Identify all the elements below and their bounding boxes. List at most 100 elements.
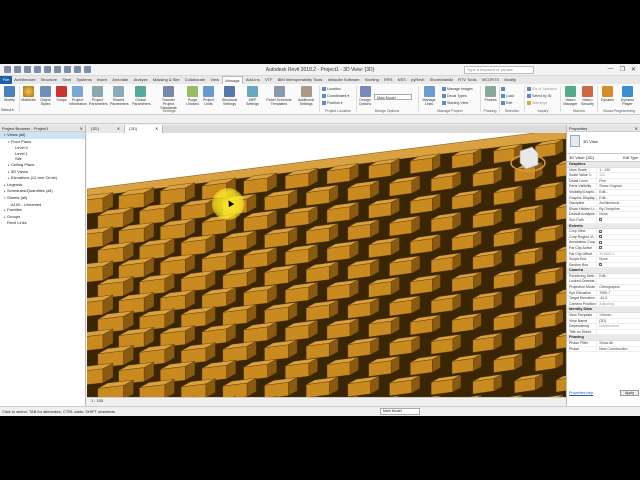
tab-kiceling[interactable]: Kiceling	[362, 76, 381, 84]
brick-front-face[interactable]	[389, 180, 412, 197]
brick-front-face[interactable]	[243, 177, 268, 195]
close-icon[interactable]: ✕	[117, 125, 120, 133]
brick-front-face[interactable]	[305, 227, 330, 245]
property-value[interactable]	[596, 229, 640, 234]
tree-item[interactable]: ▸3D Views	[0, 169, 85, 176]
close-icon[interactable]: ✕	[80, 125, 83, 132]
brick-front-face[interactable]	[410, 319, 433, 336]
brick-wall-model[interactable]	[87, 133, 566, 397]
property-value[interactable]	[596, 217, 640, 223]
property-value[interactable]: Independent	[596, 324, 640, 329]
brick-front-face[interactable]	[285, 286, 310, 304]
brick-front-face[interactable]	[305, 304, 330, 322]
property-value[interactable]: None	[596, 257, 640, 262]
tab-structure[interactable]: Structure	[38, 76, 59, 84]
tab-vicortx[interactable]: ViCORTX	[479, 76, 502, 84]
property-value[interactable]: Adjusting	[596, 301, 640, 307]
brick-front-face[interactable]	[389, 260, 412, 277]
brick-front-face[interactable]	[87, 197, 104, 215]
tree-item[interactable]: ▾Sheets (all)	[0, 195, 85, 202]
brick-front-face[interactable]	[285, 324, 310, 342]
brick-front-face[interactable]	[368, 281, 392, 298]
project-parameters-button[interactable]: Project Parameters	[89, 86, 108, 108]
tree-item[interactable]: ▸Families	[0, 207, 85, 214]
checkbox[interactable]	[599, 235, 603, 239]
tree-item[interactable]: ▾Views (all)	[0, 132, 85, 139]
brick-front-face[interactable]	[201, 255, 227, 273]
property-value[interactable]: Show All	[596, 341, 640, 346]
starting-view-button[interactable]: Starting View	[442, 100, 468, 106]
snaps-button[interactable]: Snaps	[53, 86, 70, 108]
tab-annotate[interactable]: Annotate	[110, 76, 131, 84]
tab-add-ins[interactable]: Add-Ins	[243, 76, 262, 84]
instance-selector[interactable]: 3D View: {3D} Edit Type	[567, 154, 640, 162]
brick-front-face[interactable]	[347, 184, 371, 202]
select-by-id-button[interactable]: Select by ID	[527, 93, 551, 99]
properties-help-link[interactable]: Properties help	[569, 389, 593, 397]
tree-item[interactable]: ▸Groups	[0, 214, 85, 221]
brick-front-face[interactable]	[285, 172, 310, 190]
brick-front-face[interactable]	[326, 284, 351, 301]
tree-item[interactable]: ▾Floor Plans	[0, 139, 85, 146]
selection-load-button[interactable]: Load	[501, 93, 514, 99]
panel-schedule-templates-button[interactable]: Panel Schedule Templates	[266, 86, 292, 108]
macro-security-button[interactable]: Macro Security	[579, 86, 596, 108]
brick-front-face[interactable]	[264, 194, 289, 211]
property-value[interactable]: -42.6	[596, 296, 640, 301]
selection-edit-button[interactable]: Edit	[501, 100, 512, 106]
brick-front-face[interactable]	[368, 202, 392, 219]
close-icon[interactable]: ✕	[635, 125, 638, 132]
brick-front-face[interactable]	[285, 210, 310, 228]
tab-massing-site[interactable]: Massing & Site	[150, 76, 182, 84]
property-value[interactable]: Show Original	[596, 184, 640, 189]
checkbox[interactable]	[599, 240, 603, 244]
brick-front-face[interactable]	[326, 322, 351, 340]
brick-front-face[interactable]	[87, 266, 104, 283]
brick-front-face[interactable]	[326, 167, 351, 185]
macro-manager-button[interactable]: Macro Manager	[562, 86, 579, 108]
view-tab[interactable]: {3D} ✕	[125, 125, 164, 133]
checkbox[interactable]	[599, 229, 603, 233]
brick-front-face[interactable]	[389, 300, 412, 317]
tab-infosuite-software[interactable]: Infosuite Software	[325, 76, 362, 84]
location-button[interactable]: Location	[322, 86, 341, 92]
materials-button[interactable]: Materials	[20, 86, 37, 108]
3d-view-canvas[interactable]	[87, 133, 566, 397]
property-value[interactable]: Edit...	[596, 189, 640, 195]
global-parameters-button[interactable]: Global Parameters	[132, 86, 151, 108]
brick-front-face[interactable]	[264, 269, 289, 287]
brick-front-face[interactable]	[368, 360, 392, 377]
brick-front-face[interactable]	[326, 206, 351, 223]
property-value[interactable]: 100	[596, 173, 640, 178]
property-value[interactable]: {3D}	[596, 318, 640, 324]
brick-front-face[interactable]	[87, 231, 104, 249]
tab-vtf[interactable]: VTF	[262, 76, 275, 84]
mep-settings-button[interactable]: MEP Settings	[244, 86, 261, 108]
brick-front-face[interactable]	[87, 334, 104, 352]
transfer-project-standards-button[interactable]: Transfer Project Standards	[160, 86, 177, 110]
brick-front-face[interactable]	[222, 235, 248, 253]
tree-item[interactable]: Revit Links	[0, 220, 85, 226]
project-information-button[interactable]: Project Information	[69, 86, 87, 108]
property-value[interactable]	[596, 262, 640, 268]
tab-nss[interactable]: NSS	[395, 76, 408, 84]
property-value[interactable]: By Discipline	[596, 206, 640, 212]
property-value[interactable]: Orthographic	[596, 285, 640, 290]
property-value[interactable]: Fine	[596, 178, 640, 184]
brick-front-face[interactable]	[285, 248, 310, 266]
tree-item[interactable]: ▸Legends	[0, 182, 85, 189]
brick-front-face[interactable]	[285, 362, 310, 380]
property-value[interactable]	[596, 279, 640, 285]
dynamo-button[interactable]: Dynamo	[599, 86, 616, 108]
brick-front-face[interactable]	[305, 189, 330, 207]
property-value[interactable]: 1 : 100	[596, 167, 640, 173]
checkbox[interactable]	[599, 263, 603, 267]
coordinates-dropdown[interactable]: Coordinates ▾	[322, 93, 349, 99]
brick-front-face[interactable]	[264, 344, 289, 362]
brick-front-face[interactable]	[87, 300, 104, 317]
brick-front-face[interactable]	[410, 157, 433, 174]
edit-type-button[interactable]: Edit Type	[623, 154, 638, 162]
property-value[interactable]: Edit...	[596, 273, 640, 279]
brick-front-face[interactable]	[326, 245, 351, 262]
tab-analyze[interactable]: Analyze	[131, 76, 150, 84]
